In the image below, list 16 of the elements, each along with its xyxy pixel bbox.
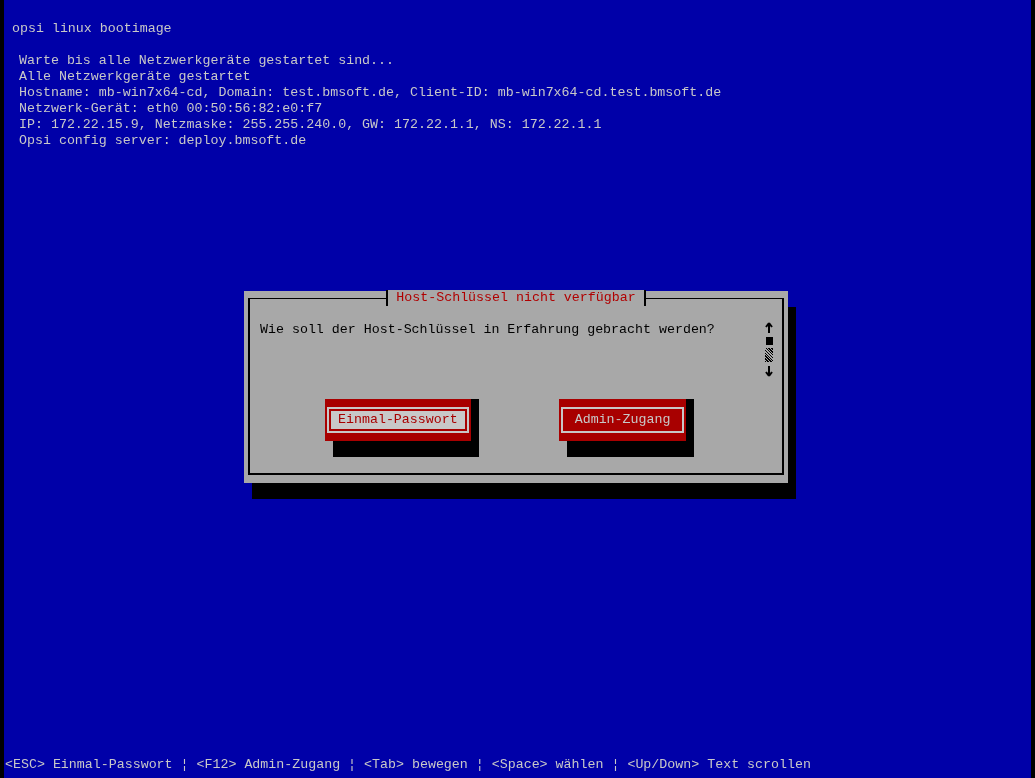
dialog-button[interactable]: Admin-Zugang [558,399,687,441]
scroll-track [765,348,773,362]
scroll-up-arrow-icon[interactable] [765,322,773,334]
log-line: IP: 172.22.15.9, Netzmaske: 255.255.240.0, GW: 172.22.1.1, NS: 172.22.1.1 [19,117,602,133]
dialog-title: Host-Schlüssel nicht verfügbar [386,290,646,306]
screen-title: opsi linux bootimage [11,21,172,37]
log-line: Hostname: mb-win7x64-cd, Domain: test.bmsoft.de, Client-ID: mb-win7x64-cd.test.bmsoft.de [19,85,722,101]
log-line: Warte bis alle Netzwerkgeräte gestartet sind... [19,53,395,69]
dialog-message: Wie soll der Host-Schlüssel in Erfahrung gebracht werden? [260,322,715,339]
log-line: Netzwerk-Gerät: eth0 00:50:56:82:e0:f7 [19,101,323,117]
log-line: Alle Netzwerkgeräte gestartet [19,69,251,85]
dialog-button[interactable]: Einmal-Passwort [325,399,471,441]
scroll-down-arrow-icon[interactable] [765,365,773,377]
log-line: Opsi config server: deploy.bmsoft.de [19,133,307,149]
key-hints: <ESC> Einmal-Passwort ¦ <F12> Admin-Zugang ¦ <Tab> bewegen ¦ <Space> wählen ¦ <Up/Down> Text scrollen [4,757,811,773]
scroll-thumb[interactable] [765,337,773,345]
